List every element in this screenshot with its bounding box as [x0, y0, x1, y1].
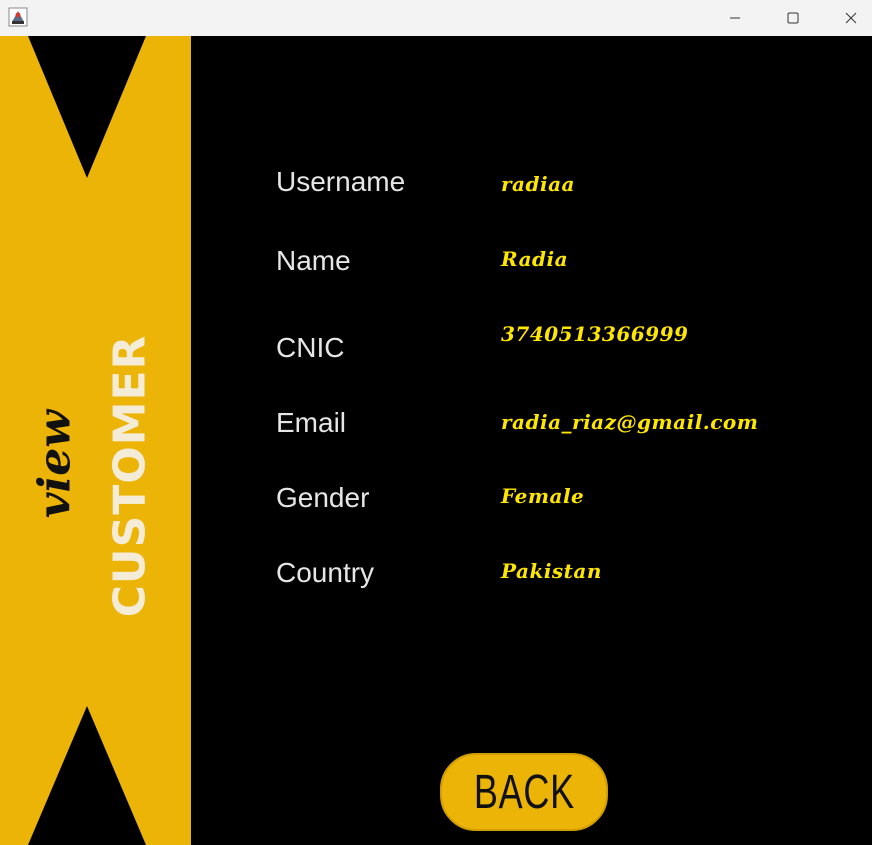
country-label: Country — [276, 557, 375, 588]
cnic-value: 3740513366999 — [501, 322, 689, 346]
email-label: Email — [276, 407, 347, 438]
gender-label: Gender — [276, 482, 370, 513]
country-value: Pakistan — [501, 559, 602, 583]
back-button[interactable]: BACK — [440, 753, 608, 831]
cnic-label: CNIC — [276, 332, 345, 363]
java-app-icon — [8, 7, 28, 27]
username-value: radiaa — [501, 172, 575, 196]
back-button-label: BACK — [473, 765, 575, 819]
banner-customer-text: CUSTOMER — [104, 334, 156, 618]
maximize-button[interactable] — [764, 0, 822, 36]
minimize-icon — [729, 9, 741, 28]
close-button[interactable] — [822, 0, 872, 36]
username-label: Username — [276, 166, 406, 197]
close-icon — [845, 9, 857, 28]
minimize-button[interactable] — [706, 0, 764, 36]
email-value: radia_riaz@gmail.com — [501, 410, 759, 434]
name-label: Name — [276, 245, 351, 276]
banner-view-text: view — [29, 409, 81, 519]
gender-value: Female — [501, 484, 585, 508]
view-customer-banner: CUSTOMER view — [0, 36, 191, 845]
name-value: Radia — [501, 247, 569, 271]
title-bar — [0, 0, 872, 36]
view-customer-window: CUSTOMER view Username radiaa Name Radia… — [0, 0, 872, 845]
maximize-icon — [787, 9, 799, 28]
